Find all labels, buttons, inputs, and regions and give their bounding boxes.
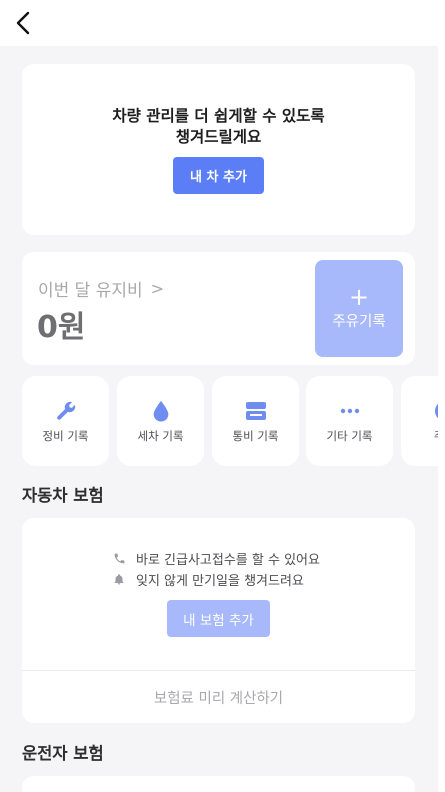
monthly-cost-link[interactable]: 이번 달 유지비 > — [38, 276, 164, 301]
category-label: 주차 — [401, 428, 438, 444]
fuel-record-button[interactable]: + 주유기록 — [315, 260, 403, 357]
phone-icon — [112, 552, 126, 565]
parking-icon — [401, 400, 438, 422]
car-insurance-title: 자동차 보험 — [22, 486, 104, 505]
wrench-icon — [22, 400, 109, 422]
add-insurance-button[interactable]: 내 보험 추가 — [167, 600, 270, 637]
chevron-left-icon — [16, 11, 30, 35]
ticket-icon — [212, 400, 299, 422]
category-parking[interactable]: 주차 — [401, 376, 438, 466]
plus-icon: + — [348, 283, 370, 311]
scrollbar-track[interactable] — [438, 0, 445, 792]
bell-icon — [112, 573, 126, 586]
more-dots-icon — [306, 400, 393, 422]
category-maintenance[interactable]: 정비 기록 — [22, 376, 109, 466]
category-label: 통비 기록 — [232, 429, 279, 443]
monthly-cost-title: 이번 달 유지비 — [38, 281, 143, 301]
expiry-reminder-text: 잊지 않게 만기일을 챙겨드려요 — [136, 574, 304, 589]
emergency-report-row: 바로 긴급사고접수를 할 수 있어요 — [112, 549, 320, 568]
driver-insurance-card — [22, 776, 415, 792]
top-bar — [0, 0, 438, 46]
add-car-button[interactable]: 내 차 추가 — [173, 157, 264, 194]
promo-line-1: 차량 관리를 더 쉽게할 수 있도록 — [112, 107, 325, 125]
add-car-card: 차량 관리를 더 쉽게할 수 있도록 챙겨드릴게요 내 차 추가 — [22, 64, 415, 235]
water-drop-icon — [117, 400, 204, 422]
category-label: 세차 기록 — [137, 429, 184, 443]
chevron-right-icon: > — [150, 279, 165, 298]
category-other[interactable]: 기타 기록 — [306, 376, 393, 466]
driver-insurance-title: 운전자 보험 — [22, 744, 104, 763]
premium-estimate-link[interactable]: 보험료 미리 계산하기 — [22, 671, 415, 723]
promo-line-2: 챙겨드릴게요 — [175, 128, 262, 146]
maintenance-card: 이번 달 유지비 > 0원 + 주유기록 — [22, 252, 415, 365]
fuel-record-label: 주유기록 — [332, 314, 386, 330]
record-category-strip: 정비 기록 세차 기록 통비 기록 기타 기록 주차 — [22, 376, 438, 466]
category-toll[interactable]: 통비 기록 — [212, 376, 299, 466]
monthly-cost-amount: 0원 — [37, 310, 86, 345]
category-car-wash[interactable]: 세차 기록 — [117, 376, 204, 466]
emergency-report-text: 바로 긴급사고접수를 할 수 있어요 — [136, 553, 320, 568]
car-insurance-card: 바로 긴급사고접수를 할 수 있어요 잊지 않게 만기일을 챙겨드려요 내 보험… — [22, 518, 415, 723]
category-label: 기타 기록 — [326, 429, 373, 443]
expiry-reminder-row: 잊지 않게 만기일을 챙겨드려요 — [112, 570, 304, 589]
promo-message: 차량 관리를 더 쉽게할 수 있도록 챙겨드릴게요 — [22, 106, 415, 148]
back-button[interactable] — [10, 8, 36, 38]
category-label: 정비 기록 — [42, 429, 89, 443]
